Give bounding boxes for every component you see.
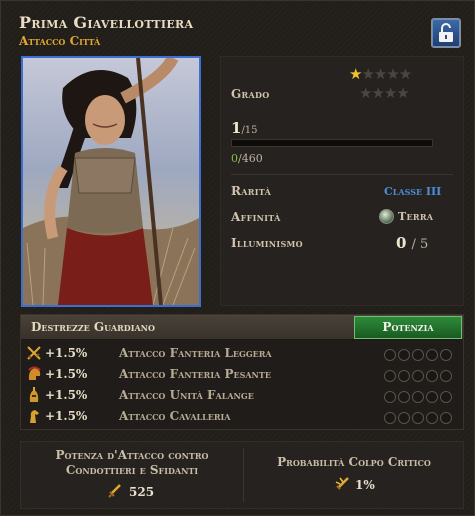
critical-chance-value: 1% <box>355 478 375 492</box>
grade-label: Grado <box>231 87 270 101</box>
affinity-value: Terra <box>398 210 434 223</box>
star-empty-icon: ★★★★ <box>361 65 412 83</box>
skill-row: +1.5% Attacco Fanteria Pesante <box>21 363 463 384</box>
affinity-label: Affinità <box>231 210 281 224</box>
critical-strike-icon <box>335 477 349 490</box>
skill-row: +1.5% Attacco Cavalleria <box>21 405 463 426</box>
stats-panel: ★★★★★ Grado ★★★★ 1/15 0/460 Rarità Class… <box>220 56 464 306</box>
upgrade-button[interactable]: Potenzia <box>354 316 462 339</box>
phalanx-helmet-icon <box>29 387 39 402</box>
xp-bar <box>231 139 433 147</box>
attack-power-title: Potenza d'Attacco contro Condottieri e S… <box>55 448 209 477</box>
divider <box>243 448 244 502</box>
lock-button[interactable] <box>431 18 461 48</box>
sword-icon <box>108 484 121 498</box>
skill-row: +1.5% Attacco Unità Falange <box>21 384 463 405</box>
bonus-panel: Potenza d'Attacco contro Condottieri e S… <box>20 441 464 509</box>
star-empty-icon: ★★★★ <box>359 84 410 102</box>
attack-power-value: 525 <box>129 485 155 499</box>
divider <box>231 174 453 175</box>
rarity-value: Classe III <box>384 185 442 198</box>
swords-icon <box>27 346 41 360</box>
grade-stars-row2: ★★★★ <box>359 84 410 102</box>
hero-panel: Prima Giavellottiera Attacco Città ★★★★★… <box>0 0 475 516</box>
guardian-skills-header: Destrezze Guardiano Potenzia <box>21 315 463 340</box>
guardian-skills-title: Destrezze Guardiano <box>31 320 155 334</box>
enlightenment-label: Illuminismo <box>231 236 303 250</box>
xp-value: 0/460 <box>231 152 263 165</box>
enlightenment-value: 0 / 5 <box>396 234 429 252</box>
critical-chance-title: Probabilità Colpo Critico <box>277 455 431 469</box>
grade-stars-row1: ★★★★★ <box>349 65 412 83</box>
earth-orb-icon <box>379 209 394 224</box>
guardian-skills-panel: Destrezze Guardiano Potenzia +1.5% Attac… <box>20 314 464 430</box>
hero-role: Attacco Città <box>19 34 101 48</box>
horse-icon <box>30 410 39 423</box>
skill-row: +1.5% Attacco Fanteria Leggera <box>21 342 463 363</box>
level-value: 1/15 <box>231 119 258 137</box>
rarity-label: Rarità <box>231 184 272 198</box>
hero-portrait <box>21 56 201 307</box>
hero-name: Prima Giavellottiera <box>19 13 194 32</box>
spartan-helmet-icon <box>28 366 41 380</box>
star-filled-icon: ★ <box>349 65 362 83</box>
unlock-icon <box>439 23 453 42</box>
skill-level-pips <box>384 409 454 428</box>
